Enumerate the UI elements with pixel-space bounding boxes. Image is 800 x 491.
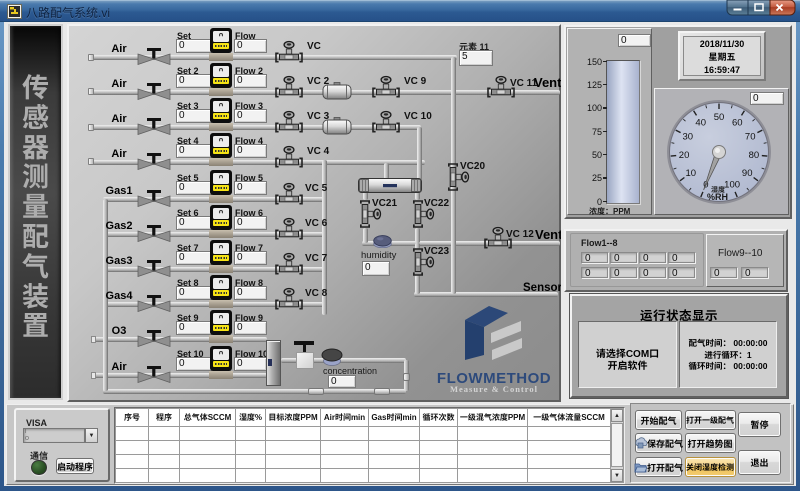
svg-text:70: 70	[745, 131, 756, 142]
svg-text:20: 20	[679, 150, 690, 161]
svg-text:90: 90	[742, 168, 753, 179]
svg-text:40: 40	[695, 117, 706, 128]
svg-text:60: 60	[732, 117, 743, 128]
svg-text:Measure & Control: Measure & Control	[450, 384, 538, 394]
svg-text:80: 80	[749, 150, 760, 161]
svg-text:100: 100	[724, 180, 740, 191]
svg-text:50: 50	[714, 112, 725, 123]
svg-text:30: 30	[683, 131, 694, 142]
svg-text:10: 10	[686, 168, 697, 179]
